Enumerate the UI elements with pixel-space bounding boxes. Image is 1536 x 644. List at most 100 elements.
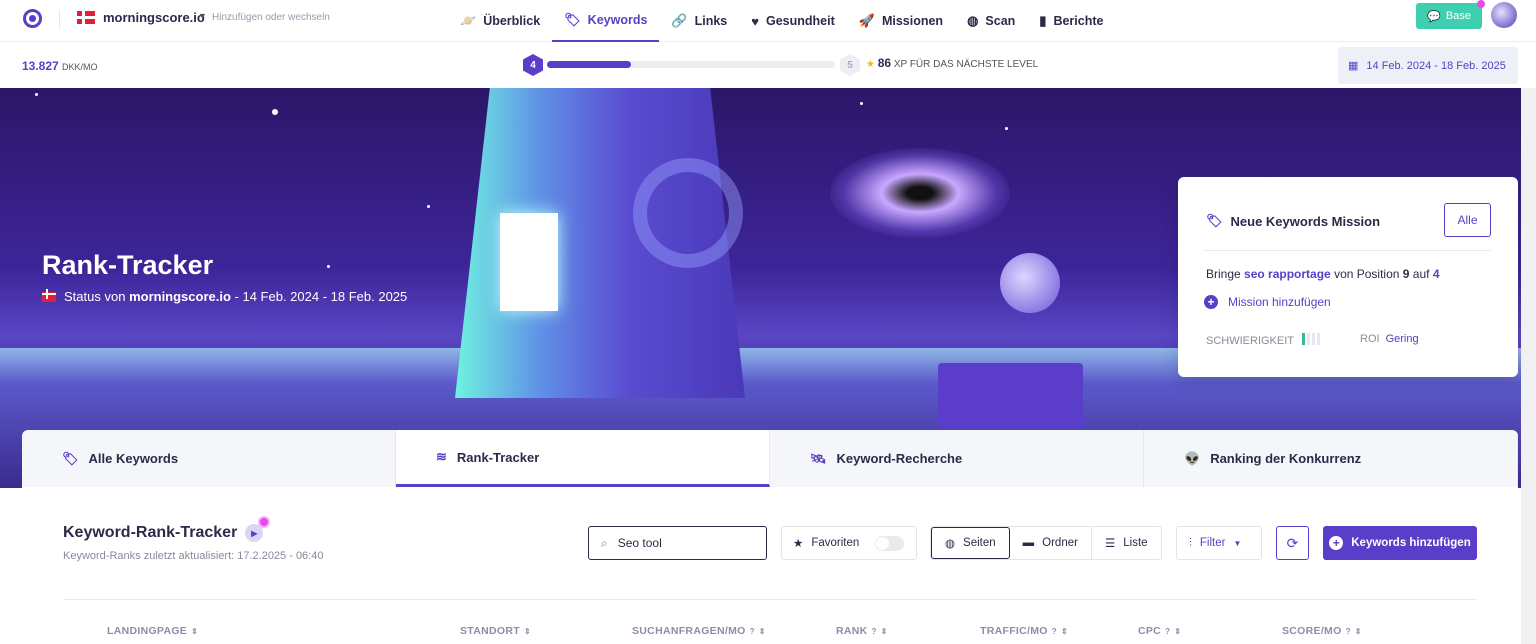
last-updated: Keyword-Ranks zuletzt aktualisiert: 17.2… — [63, 550, 324, 562]
difficulty-label: SCHWIERIGKEIT — [1206, 334, 1295, 347]
unit: DKK/MO — [62, 62, 98, 72]
add-keywords-button[interactable]: + Keywords hinzufügen — [1323, 526, 1477, 560]
column-label: LANDINGPAGE — [107, 625, 188, 637]
column-header-rank[interactable]: RANK? ⇕ — [836, 625, 888, 637]
nav-label: Missionen — [881, 14, 944, 28]
star-decoration — [1005, 127, 1008, 130]
mission-keyword[interactable]: seo rapportage — [1244, 267, 1331, 281]
view-label: Liste — [1123, 537, 1148, 549]
column-header-score[interactable]: SCORE/MO? ⇕ — [1282, 625, 1362, 637]
star-icon: ★ — [866, 59, 875, 70]
help-icon: ? — [1051, 627, 1057, 636]
date-range-picker[interactable]: ▦ 14 Feb. 2024 - 18 Feb. 2025 — [1338, 47, 1518, 84]
denmark-flag-icon — [77, 11, 95, 24]
nav-overview[interactable]: 🪐 Überblick — [448, 0, 552, 42]
traffic-value: 13.827 DKK/MO — [22, 59, 98, 73]
column-label: RANK — [836, 625, 868, 637]
column-header-landingpage[interactable]: LANDINGPAGE ⇕ — [107, 625, 198, 637]
star-decoration — [860, 102, 863, 105]
scrollbar[interactable] — [1521, 88, 1536, 644]
all-missions-button[interactable]: Alle — [1444, 203, 1491, 237]
star-decoration — [427, 205, 430, 208]
globe-icon: ◍ — [967, 13, 979, 28]
tag-icon: 🏷 — [62, 450, 79, 466]
view-switcher: ◍ Seiten ▬ Ordner ☰ Liste — [930, 526, 1162, 560]
star-icon: ★ — [793, 538, 804, 550]
tab-all-keywords[interactable]: 🏷 Alle Keywords — [22, 430, 396, 487]
column-header-traffic[interactable]: TRAFFIC/MO? ⇕ — [980, 625, 1068, 637]
base-label: Base — [1445, 10, 1471, 22]
column-header-location[interactable]: STANDORT ⇕ — [460, 625, 531, 637]
column-label: TRAFFIC/MO — [980, 625, 1048, 637]
notification-dot — [1477, 0, 1485, 8]
base-plan-button[interactable]: 💬 Base — [1416, 3, 1482, 29]
logo-icon[interactable] — [23, 9, 42, 28]
roi-value: Gering — [1385, 333, 1419, 345]
column-label: CPC — [1138, 625, 1162, 637]
site-selector[interactable]: morningscore.io — [103, 10, 205, 25]
roi: ROI Gering — [1360, 333, 1419, 345]
view-list-button[interactable]: ☰ Liste — [1092, 527, 1161, 559]
section-title-text: Keyword-Rank-Tracker — [63, 524, 238, 541]
refresh-button[interactable]: ⟳ — [1276, 526, 1309, 560]
document-icon: ▮ — [1039, 13, 1047, 28]
nav-label: Berichte — [1053, 14, 1104, 28]
difficulty-bar — [1307, 333, 1311, 345]
help-icon: ? — [1165, 627, 1171, 636]
value: 13.827 — [22, 59, 59, 73]
nav-links[interactable]: 🔗 Links — [659, 0, 739, 42]
tab-label: Keyword-Recherche — [836, 451, 963, 466]
nav-label: Scan — [985, 14, 1016, 28]
keyword-tabs: 🏷 Alle Keywords ≋ Rank-Tracker 🛰 Keyword-Re… — [22, 430, 1518, 487]
search-input[interactable]: ⌕ Seo tool — [588, 526, 767, 560]
page-title: Rank-Tracker — [42, 250, 214, 280]
top-bar: morningscore.io ▼ Hinzufügen oder wechse… — [0, 0, 1536, 42]
xp-value: 86 — [877, 56, 892, 70]
column-label: STANDORT — [460, 625, 520, 637]
chevron-down-icon[interactable]: ▼ — [198, 11, 207, 21]
difficulty-bar — [1317, 333, 1321, 345]
rocket-logo — [633, 158, 743, 268]
rocket-door — [500, 213, 558, 311]
mission-description: Bringe seo rapportage von Position 9 auf… — [1206, 267, 1440, 281]
denmark-flag-icon — [42, 291, 56, 302]
filter-button[interactable]: ⫶ Filter ▼ — [1176, 526, 1262, 560]
tab-rank-tracker[interactable]: ≋ Rank-Tracker — [396, 430, 770, 487]
switch-site-hint[interactable]: Hinzufügen oder wechseln — [212, 12, 330, 23]
column-header-searches[interactable]: SUCHANFRAGEN/MO? ⇕ — [632, 625, 766, 637]
status-range: - 14 Feb. 2024 - 18 Feb. 2025 — [230, 289, 408, 304]
chat-icon: 💬 — [1427, 10, 1441, 23]
machine-illustration — [938, 363, 1083, 428]
level-current-badge: 4 — [523, 54, 543, 76]
filter-label: Filter — [1199, 537, 1226, 549]
alien-icon: 👽 — [1184, 450, 1201, 466]
sort-icon: ⇕ — [758, 627, 766, 636]
avatar[interactable] — [1491, 2, 1517, 28]
view-folders-button[interactable]: ▬ Ordner — [1010, 527, 1092, 559]
section-title: Keyword-Rank-Tracker ▶ — [63, 518, 269, 542]
search-value: Seo tool — [617, 536, 662, 550]
favorites-toggle[interactable]: ★ Favoriten — [781, 526, 917, 560]
nav-label: Links — [694, 14, 728, 28]
column-header-cpc[interactable]: CPC? ⇕ — [1138, 625, 1181, 637]
calendar-icon: ▦ — [1348, 60, 1359, 72]
toggle-switch[interactable] — [875, 535, 905, 551]
star-decoration — [272, 109, 278, 115]
level-progress-bar — [547, 61, 835, 68]
tab-competitor-ranking[interactable]: 👽 Ranking der Konkurrenz — [1144, 430, 1518, 487]
nav-reports[interactable]: ▮ Berichte — [1027, 0, 1115, 42]
astronaut-illustration — [1000, 253, 1060, 313]
nav-keywords[interactable]: 🏷 Keywords — [552, 0, 660, 42]
link-icon: 🔗 — [671, 13, 688, 28]
video-tutorial-icon[interactable]: ▶ — [245, 518, 269, 542]
search-icon: ⌕ — [601, 535, 608, 550]
view-label: Seiten — [963, 537, 996, 549]
nav-health[interactable]: ♥ Gesundheit — [739, 0, 846, 42]
add-mission-button[interactable]: + Mission hinzufügen — [1204, 295, 1331, 309]
help-icon: ? — [749, 627, 755, 636]
nav-scan[interactable]: ◍ Scan — [955, 0, 1027, 42]
sort-icon: ⇕ — [191, 627, 199, 636]
nav-missions[interactable]: 🚀 Missionen — [847, 0, 955, 42]
view-pages-button[interactable]: ◍ Seiten — [931, 527, 1010, 559]
tab-keyword-research[interactable]: 🛰 Keyword-Recherche — [770, 430, 1144, 487]
